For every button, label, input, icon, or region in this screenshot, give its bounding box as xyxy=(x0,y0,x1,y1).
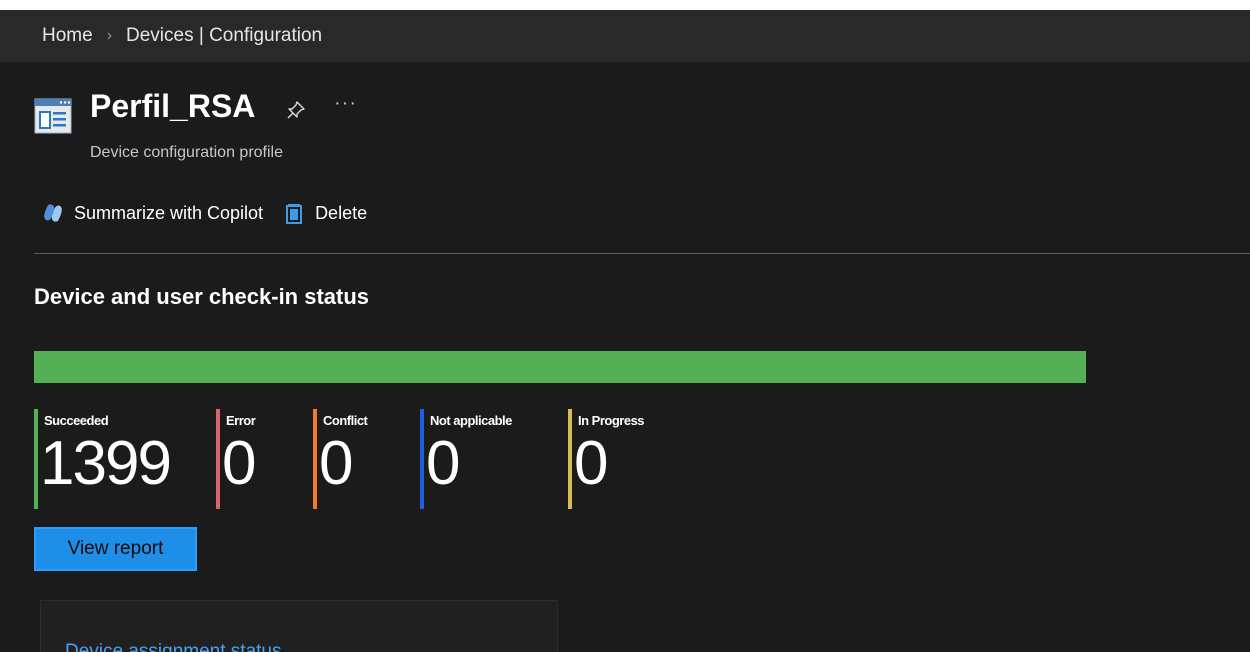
app-window: Home › Devices | Configuration Perfil_RS… xyxy=(0,10,1250,652)
stat-label: Not applicable xyxy=(430,413,512,428)
checkin-status-bar-fill xyxy=(34,351,1086,383)
breadcrumb: Home › Devices | Configuration xyxy=(0,10,1250,62)
more-options-icon[interactable]: ··· xyxy=(334,92,357,115)
stat-rail xyxy=(34,409,38,509)
view-report-button[interactable]: View report xyxy=(34,527,197,571)
checkin-stats: Succeeded 1399 Error 0 Conflict 0 Not ap… xyxy=(34,409,734,509)
delete-label: Delete xyxy=(315,202,368,223)
summarize-with-copilot-label: Summarize with Copilot xyxy=(74,202,264,223)
configuration-profile-icon xyxy=(34,98,72,134)
stat-value: 1399 xyxy=(40,429,172,498)
pin-icon[interactable] xyxy=(286,100,306,120)
page-title: Perfil_RSA xyxy=(90,88,256,124)
stat-value: 0 xyxy=(222,429,257,498)
trash-icon xyxy=(286,204,303,224)
stat-label: Conflict xyxy=(323,413,368,428)
stat-rail xyxy=(420,409,424,509)
breadcrumb-separator-icon: › xyxy=(106,27,113,44)
command-bar: Summarize with Copilot Delete xyxy=(42,198,367,228)
stat-value: 0 xyxy=(319,429,354,498)
stat-rail xyxy=(216,409,220,509)
stat-rail xyxy=(313,409,317,509)
copilot-icon xyxy=(44,204,62,222)
device-assignment-status-link[interactable]: Device assignment status xyxy=(65,641,282,652)
delete-button[interactable]: Delete xyxy=(283,202,367,224)
summarize-with-copilot-button[interactable]: Summarize with Copilot xyxy=(42,202,263,224)
stat-label: Error xyxy=(226,413,256,428)
breadcrumb-home[interactable]: Home xyxy=(42,25,93,47)
stat-rail xyxy=(568,409,572,509)
stat-value: 0 xyxy=(574,429,609,498)
checkin-status-title: Device and user check-in status xyxy=(34,284,370,309)
breadcrumb-devices-configuration[interactable]: Devices | Configuration xyxy=(126,25,322,47)
stat-value: 0 xyxy=(426,429,461,498)
device-assignment-status-card: Device assignment status xyxy=(40,600,558,652)
toolbar-divider xyxy=(34,253,1250,254)
page-subtitle: Device configuration profile xyxy=(90,144,283,161)
stat-label: In Progress xyxy=(578,413,645,428)
stat-label: Succeeded xyxy=(44,413,109,428)
checkin-status-bar xyxy=(34,351,1086,383)
